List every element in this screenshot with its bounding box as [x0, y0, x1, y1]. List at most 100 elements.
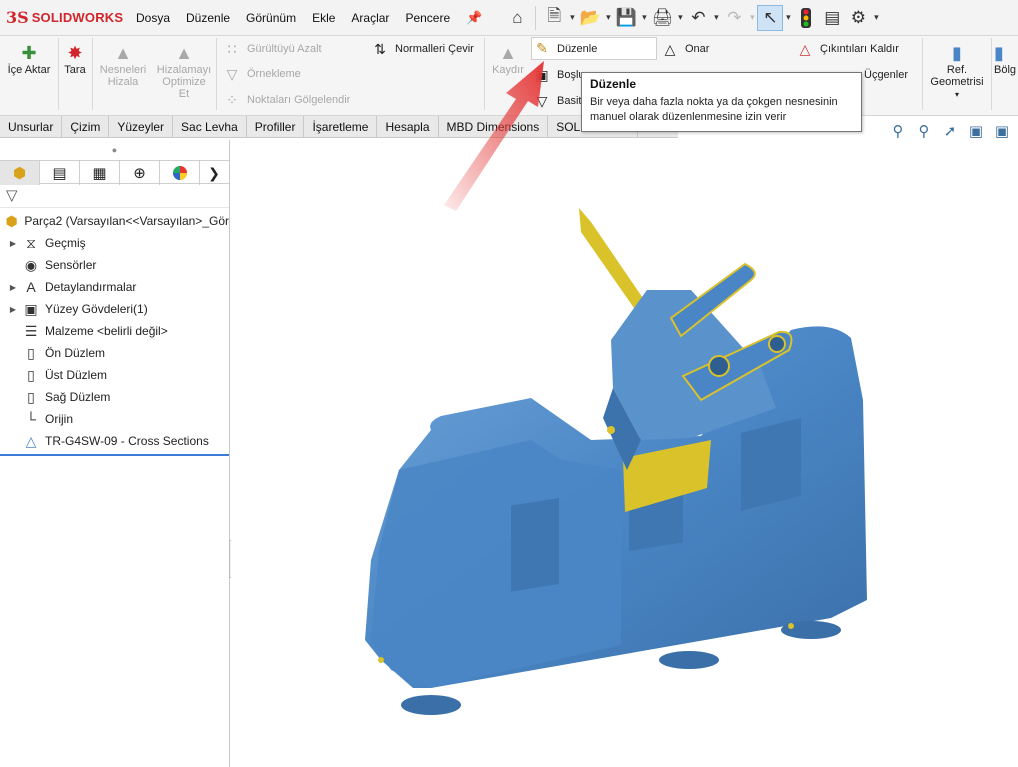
feature-tree-tab-icon[interactable]: ⬢ — [0, 161, 40, 185]
file-properties-icon[interactable]: ▤ — [819, 5, 845, 31]
solidworks-logo[interactable]: 3S SOLIDWORKS — [0, 8, 128, 27]
shade-points-button[interactable]: ⁘ Noktaları Gölgelendir — [222, 90, 350, 110]
options-dropdown-icon[interactable]: ▾ — [871, 12, 881, 23]
menu-bar: Dosya Düzenle Görünüm Ekle Araçlar Pence… — [128, 0, 490, 36]
expand-arrow-icon[interactable]: ▶ — [6, 305, 20, 314]
tree-root-part[interactable]: ⬢ Parça2 (Varsayılan<<Varsayılan>_Gör — [0, 210, 229, 232]
tab-sketch[interactable]: Çizim — [62, 116, 110, 138]
save-dropdown-icon[interactable]: ▾ — [639, 12, 649, 23]
region-icon: ▮ — [994, 43, 1004, 63]
select-cursor-icon[interactable]: ↖ — [757, 4, 784, 31]
pin-icon[interactable]: 📌 — [458, 10, 490, 26]
undo-icon[interactable]: ↶ — [685, 5, 711, 31]
tree-item[interactable]: ▯ Üst Düzlem — [0, 364, 229, 386]
tab-structure[interactable]: Profiller — [247, 116, 305, 138]
tree-item[interactable]: ▶ A Detaylandırmalar — [0, 276, 229, 298]
save-icon[interactable]: 💾 — [613, 5, 639, 31]
zoom-to-fit-icon[interactable]: ⚲ — [888, 122, 908, 140]
view-orientation-icon[interactable]: ▣ — [992, 122, 1012, 140]
menu-insert[interactable]: Ekle — [304, 0, 343, 36]
tab-surfaces[interactable]: Yüzeyler — [109, 116, 174, 138]
undo-dropdown-icon[interactable]: ▾ — [711, 12, 721, 23]
sensor-icon: ◉ — [24, 256, 38, 273]
new-dropdown-icon[interactable]: ▾ — [567, 12, 577, 23]
open-folder-icon[interactable]: 📂 — [577, 5, 603, 31]
shade-points-label: Noktaları Gölgelendir — [247, 94, 351, 106]
ribbon-divider — [922, 38, 923, 110]
tree-item[interactable]: ◉ Sensörler — [0, 254, 229, 276]
redo-dropdown-icon[interactable]: ▾ — [747, 12, 757, 23]
pin-hole — [768, 335, 786, 353]
graphics-area[interactable] — [231, 140, 1018, 767]
zoom-to-area-icon[interactable]: ⚲ — [914, 122, 934, 140]
repair-button[interactable]: △ Onar — [660, 39, 710, 59]
tree-item-label: Geçmiş — [45, 236, 86, 250]
import-button[interactable]: ✚ İçe Aktar — [4, 42, 54, 76]
rollback-bar[interactable] — [0, 454, 229, 456]
pin-hole — [708, 355, 730, 377]
menu-file[interactable]: Dosya — [128, 0, 178, 36]
tree-item[interactable]: ▯ Ön Düzlem — [0, 342, 229, 364]
ribbon-divider — [216, 38, 217, 110]
dimxpert-tab-icon[interactable]: ⊕ — [120, 161, 160, 185]
section-view-icon[interactable]: ▣ — [966, 122, 986, 140]
tab-evaluate[interactable]: Hesapla — [377, 116, 439, 138]
open-dropdown-icon[interactable]: ▾ — [603, 12, 613, 23]
logo-text: SOLIDWORKS — [31, 10, 124, 25]
reference-geometry-button[interactable]: ▮ Ref. Geometrisi ▾ — [926, 42, 988, 101]
tree-item-label: Sensörler — [45, 258, 97, 272]
ref-dropdown-icon[interactable]: ▾ — [955, 90, 959, 99]
remove-spikes-button[interactable]: △ Çıkıntıları Kaldır — [795, 39, 899, 59]
import-icon: ✚ — [21, 43, 37, 63]
new-document-icon[interactable]: 🗎 — [541, 5, 567, 31]
region-label: Bölg — [994, 64, 1017, 76]
home-icon[interactable]: ⌂ — [504, 5, 530, 31]
tree-item[interactable]: ▶ ⧖ Geçmiş — [0, 232, 229, 254]
tree-item[interactable]: └ Orijin — [0, 408, 229, 430]
property-manager-tab-icon[interactable]: ▤ — [40, 161, 80, 185]
tooltip-title: Düzenle — [590, 77, 637, 91]
print-dropdown-icon[interactable]: ▾ — [675, 12, 685, 23]
triangles-button[interactable]: Üçgenler — [864, 65, 908, 85]
region-button[interactable]: ▮ Bölg — [994, 42, 1018, 76]
remove-spikes-icon: △ — [799, 40, 811, 57]
tab-markup[interactable]: İşaretleme — [304, 116, 378, 138]
menu-view[interactable]: Görünüm — [238, 0, 304, 36]
select-dropdown-icon[interactable]: ▾ — [783, 12, 793, 23]
sampling-label: Örnekleme — [247, 68, 301, 80]
traffic-light-icon[interactable] — [793, 5, 819, 31]
tree-item[interactable]: ▯ Sağ Düzlem — [0, 386, 229, 408]
repair-icon: △ — [664, 40, 676, 57]
tooltip-body: Bir veya daha fazla nokta ya da çokgen n… — [590, 95, 853, 125]
panel-grip-icon[interactable]: ● — [0, 140, 229, 160]
tab-sheet-metal[interactable]: Sac Levha — [173, 116, 247, 138]
sampling-button[interactable]: ▽ Örnekleme — [222, 64, 301, 84]
previous-view-icon[interactable]: ➚ — [940, 122, 960, 140]
menu-tools[interactable]: Araçlar — [343, 0, 397, 36]
configuration-manager-tab-icon[interactable]: ▦ — [80, 161, 120, 185]
align-objects-button[interactable]: ▲ Nesneleri Hizala — [95, 42, 151, 88]
origin-icon: └ — [26, 411, 36, 427]
chevron-right-icon[interactable]: ❯ — [200, 161, 228, 185]
tooltip-line-1: Bir veya daha fazla nokta ya da çokgen n… — [590, 96, 838, 108]
solidworks-window: 3S SOLIDWORKS Dosya Düzenle Görünüm Ekle… — [0, 0, 1018, 767]
tree-item[interactable]: ☰ Malzeme <belirli değil> — [0, 320, 229, 342]
tab-features[interactable]: Unsurlar — [0, 116, 63, 138]
print-icon[interactable]: 🖨 — [649, 5, 675, 31]
scan-button[interactable]: ✸ Tara — [60, 42, 90, 76]
expand-arrow-icon[interactable]: ▶ — [6, 283, 20, 292]
redo-icon[interactable]: ↷ — [721, 5, 747, 31]
heads-up-view-toolbar: ⚲ ⚲ ➚ ▣ ▣ — [888, 122, 1012, 140]
tree-item[interactable]: ▶ ▣ Yüzey Gövdeleri(1) — [0, 298, 229, 320]
tree-item[interactable]: △ TR-G4SW-09 - Cross Sections — [0, 430, 229, 452]
feature-manager-panel: ● ⬢ ▤ ▦ ⊕ ❯ ▽ ⬢ Parça2 (Varsayılan<<Vars… — [0, 140, 230, 767]
menu-window[interactable]: Pencere — [397, 0, 458, 36]
expand-arrow-icon[interactable]: ▶ — [6, 239, 20, 248]
menu-edit[interactable]: Düzenle — [178, 0, 238, 36]
options-gear-icon[interactable]: ⚙ — [845, 5, 871, 31]
filter-funnel-icon[interactable]: ▽ — [0, 184, 229, 208]
display-manager-tab-icon[interactable] — [160, 161, 200, 185]
align-label-1: Nesneleri — [99, 64, 147, 76]
reduce-noise-button[interactable]: ∷ Gürültüyü Azalt — [222, 39, 322, 59]
optimize-alignment-button[interactable]: ▲ Hizalamayı Optimize Et — [154, 42, 214, 100]
